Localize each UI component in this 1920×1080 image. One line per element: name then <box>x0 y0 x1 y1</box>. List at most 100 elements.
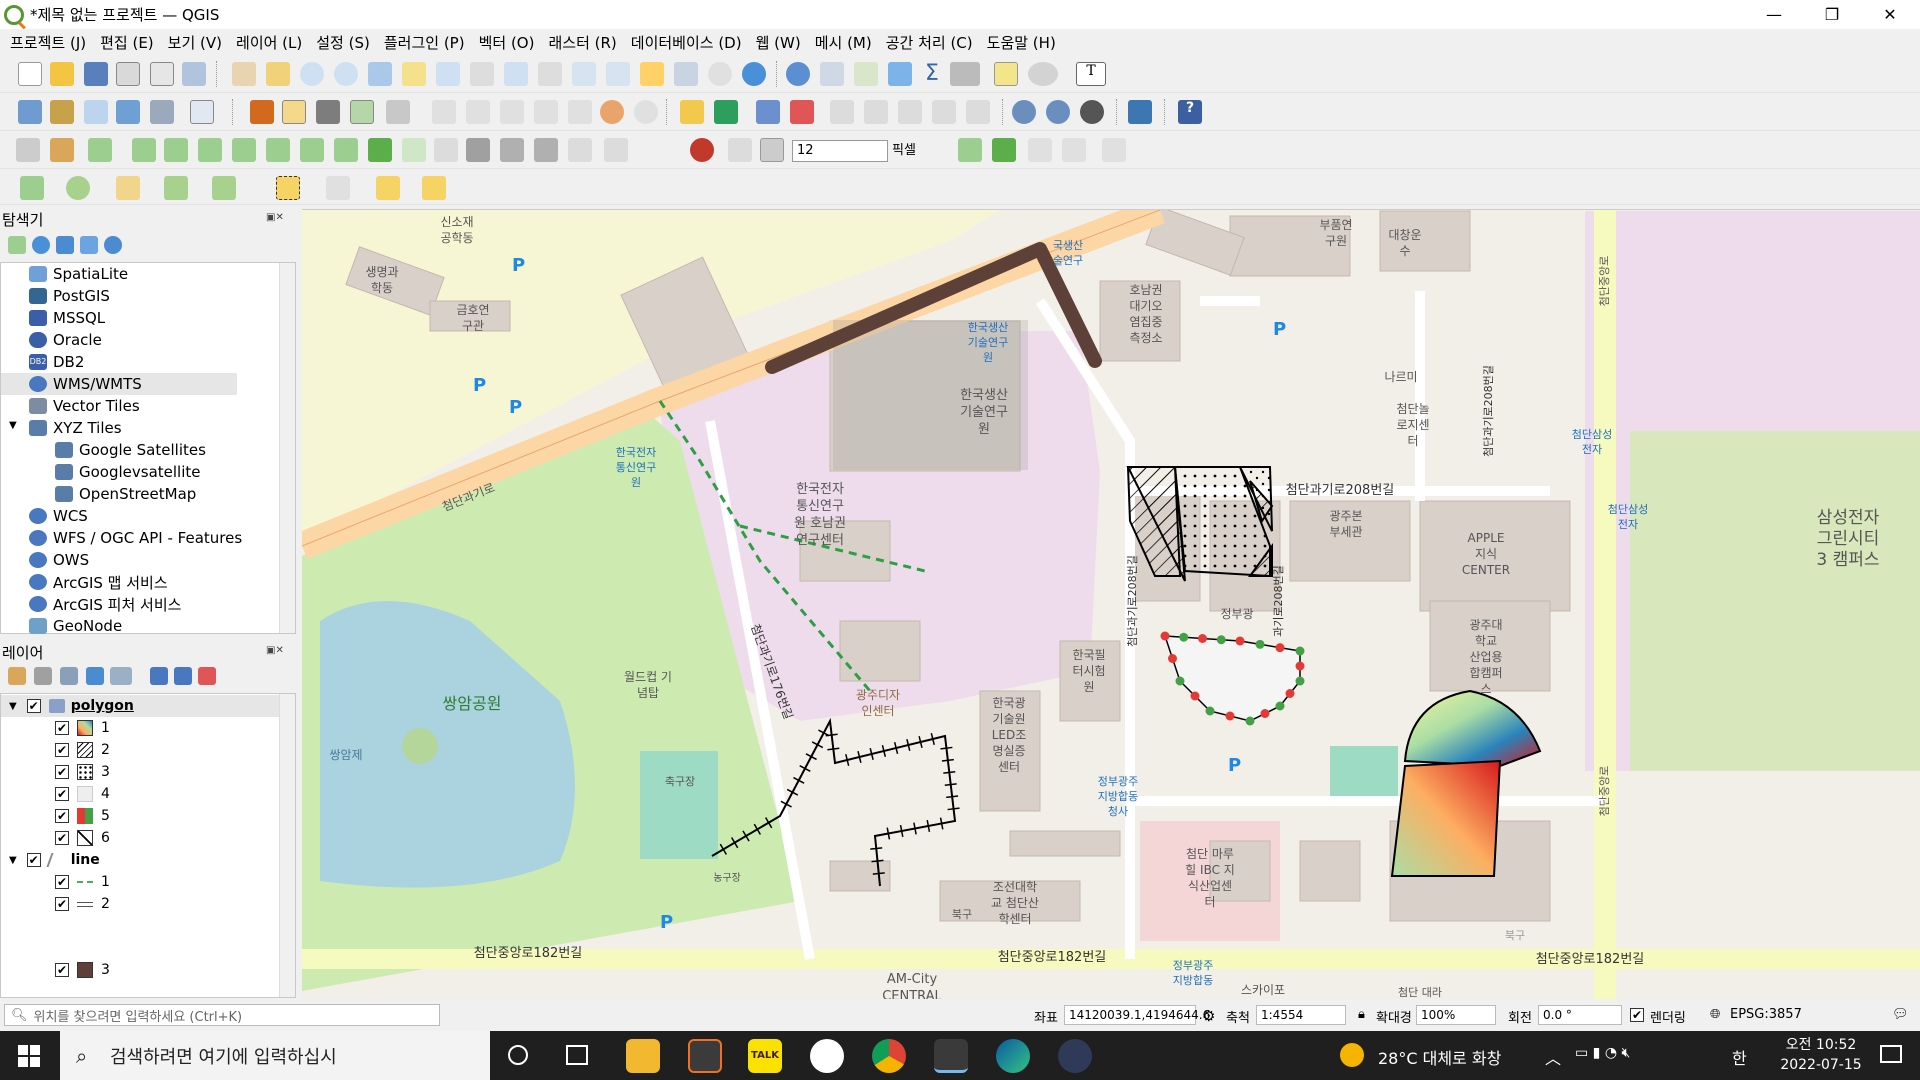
rectangle-tool-icon[interactable] <box>164 176 188 200</box>
browser-item-db2[interactable]: DB2 DB2 <box>29 351 84 373</box>
add-group-icon[interactable] <box>34 667 52 685</box>
collapse-layers-icon[interactable] <box>174 667 192 685</box>
browser-item-google-satellites[interactable]: Google Satellites <box>55 439 206 461</box>
browser-item-wcs[interactable]: WCS <box>29 505 88 527</box>
cad-tool-icon[interactable] <box>50 138 74 162</box>
pan-hand-icon[interactable] <box>232 62 256 86</box>
vertex-tool-icon[interactable] <box>386 100 410 124</box>
pan-to-selection-icon[interactable] <box>266 62 290 86</box>
toggle-editing-icon[interactable] <box>282 100 306 124</box>
browser-scrollbar[interactable] <box>279 263 295 633</box>
polygon-class-1[interactable]: ✔ 1 <box>55 717 110 739</box>
new-3d-view-icon[interactable] <box>606 62 630 86</box>
tray-expand-icon[interactable]: ︿ <box>1545 1045 1561 1069</box>
browser-item-wms[interactable]: WMS/WMTS <box>29 373 142 395</box>
scale-combo[interactable]: 1:4554 <box>1256 1005 1346 1025</box>
app-orange-ring-icon[interactable] <box>688 1039 722 1073</box>
windows-start-icon[interactable] <box>18 1045 40 1067</box>
tray-device-icons[interactable]: ▭ ▮ ◔ 🔇︎ <box>1575 1045 1630 1061</box>
expand-xyz-icon[interactable]: ▼ <box>9 420 17 431</box>
taskbar-search-box[interactable]: ⌕ 검색하려면 여기에 입력하십시 <box>60 1031 490 1080</box>
measure-icon[interactable] <box>950 62 980 86</box>
delete-part-icon[interactable] <box>232 138 256 162</box>
weather-text[interactable]: 28°C 대체로 화창 <box>1378 1045 1501 1069</box>
zoom-to-layer-icon[interactable] <box>436 62 460 86</box>
snapping-tolerance-spin[interactable]: 12 <box>792 140 888 162</box>
browser-item-xyz-tiles[interactable]: XYZ Tiles <box>29 417 122 439</box>
snap-extra-icon[interactable] <box>1102 138 1126 162</box>
browser-item-vector-tiles[interactable]: Vector Tiles <box>29 395 140 417</box>
browser-item-wfs[interactable]: WFS / OGC API - Features <box>29 527 242 549</box>
map-canvas[interactable]: P P P P P P 첨단과기로 첨단중앙로182번길 첨단중앙로182번길 첨단중… <box>302 209 1920 999</box>
map-tips-icon[interactable] <box>994 62 1018 86</box>
add-ring-icon[interactable] <box>88 138 112 162</box>
trim-extend-icon[interactable] <box>568 138 592 162</box>
clock[interactable]: 오전 10:52 2022-07-15 <box>1766 1035 1876 1075</box>
change-label-icon[interactable] <box>898 100 922 124</box>
fill-ring-icon[interactable] <box>164 138 188 162</box>
file-explorer-icon[interactable] <box>626 1039 660 1073</box>
filter-legend-icon[interactable] <box>86 667 104 685</box>
polygon-class-6[interactable]: ✔ 6 <box>55 827 110 849</box>
close-button[interactable]: ✕ <box>1861 0 1919 29</box>
menu-edit[interactable]: 편집 (E) <box>100 32 154 53</box>
wms-icon[interactable] <box>1012 100 1036 124</box>
layer-polygon[interactable]: ▼ ✔ polygon <box>9 695 134 717</box>
layer-styling-icon[interactable] <box>8 667 26 685</box>
new-virtual-layer-icon[interactable] <box>190 100 214 124</box>
browser-refresh-icon[interactable] <box>32 236 50 254</box>
circle-tool-icon[interactable] <box>66 176 90 200</box>
identify-icon[interactable] <box>786 62 810 86</box>
temporal-controller-icon[interactable] <box>708 62 732 86</box>
notification-icon[interactable] <box>1880 1045 1902 1063</box>
rotate-point-icon[interactable] <box>466 138 490 162</box>
browser-item-oracle[interactable]: Oracle <box>29 329 102 351</box>
select-zoom-icon[interactable] <box>1028 62 1058 86</box>
zoom-out-icon[interactable] <box>334 62 358 86</box>
undo-icon[interactable] <box>600 100 624 124</box>
rotate-label-icon[interactable] <box>864 100 888 124</box>
remove-layer-icon[interactable] <box>198 667 216 685</box>
split-features-icon[interactable] <box>334 138 358 162</box>
offset-curve-icon[interactable] <box>300 138 324 162</box>
polygon-class-3[interactable]: ✔ 3 <box>55 761 110 783</box>
layout-manager-icon[interactable] <box>182 62 206 86</box>
zoom-in-icon[interactable] <box>300 62 324 86</box>
menu-processing[interactable]: 공간 처리 (C) <box>886 32 973 53</box>
line-class-1[interactable]: ✔ 1 <box>55 871 110 893</box>
zoom-to-selection-icon[interactable] <box>402 62 426 86</box>
browser-item-postgis[interactable]: PostGIS <box>29 285 110 307</box>
menu-settings[interactable]: 설정 (S) <box>316 32 370 53</box>
reshape-icon[interactable] <box>266 138 290 162</box>
topological-editing-icon[interactable] <box>958 138 982 162</box>
render-checkbox[interactable]: ✔ <box>1630 1008 1644 1022</box>
coordinate-field[interactable]: 14120039.1,4194644.6 <box>1064 1005 1210 1025</box>
show-hide-labels-icon[interactable] <box>790 100 814 124</box>
new-spatialite-icon[interactable] <box>116 100 140 124</box>
refresh-icon[interactable] <box>742 62 766 86</box>
snap-intersection-icon[interactable] <box>992 138 1016 162</box>
polygon-class-5[interactable]: ✔ 5 <box>55 805 110 827</box>
bookmark-icon[interactable] <box>640 62 664 86</box>
zoom-native-icon[interactable] <box>470 62 494 86</box>
browser-panel-float-close[interactable]: ▣✕ <box>266 212 284 223</box>
layer-line-checkbox[interactable]: ✔ <box>26 853 41 867</box>
kakaotalk-icon[interactable]: TALK <box>748 1039 782 1073</box>
merge-features-icon[interactable] <box>402 138 426 162</box>
split-parts-icon[interactable] <box>368 138 392 162</box>
pin-labels-icon[interactable] <box>756 100 780 124</box>
add-polygon-feature-icon[interactable] <box>350 100 374 124</box>
text-annotation-icon[interactable]: T <box>1076 62 1106 86</box>
new-shapefile-icon[interactable] <box>84 100 108 124</box>
delete-ring-icon[interactable] <box>198 138 222 162</box>
polygon-class-4[interactable]: ✔ 4 <box>55 783 110 805</box>
browser-item-ows[interactable]: OWS <box>29 549 89 571</box>
tracing-icon[interactable] <box>1028 138 1052 162</box>
line-class-2[interactable]: ✔ 2 <box>55 893 110 915</box>
self-snapping-icon[interactable] <box>1062 138 1086 162</box>
chrome-icon[interactable] <box>872 1039 906 1073</box>
magnifier-spin[interactable]: 100% <box>1416 1005 1496 1025</box>
layers-scrollbar[interactable] <box>279 694 295 997</box>
menu-help[interactable]: 도움말 (H) <box>987 32 1056 53</box>
delete-selected-icon[interactable] <box>466 100 490 124</box>
